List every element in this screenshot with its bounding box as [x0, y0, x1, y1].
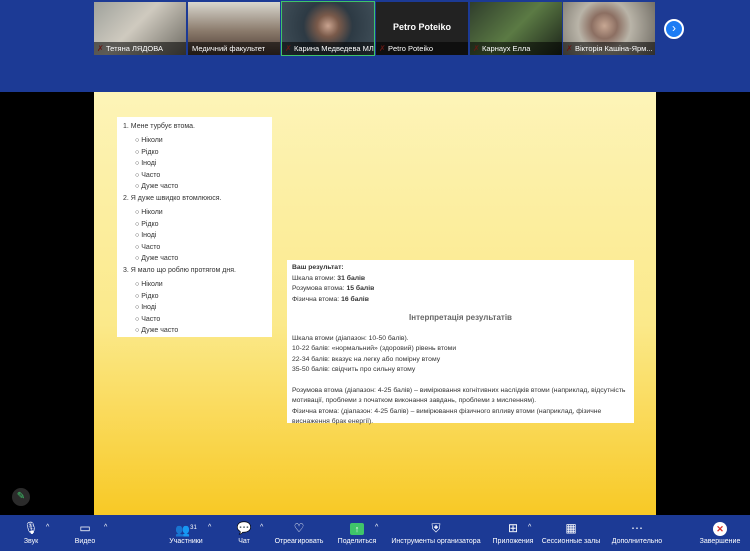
meeting-toolbar: 🎙 Звук ^ ▭ Видео ^ 👥31 Участники ^ 💬 Чат… — [0, 515, 750, 551]
next-participants-button[interactable]: › — [664, 19, 684, 39]
answer-option[interactable]: Часто — [123, 314, 266, 326]
participant-tile[interactable]: Petro Poteiko ✗ Petro Poteiko — [376, 2, 468, 55]
answer-option[interactable]: Часто — [123, 242, 266, 254]
scale-line: 35-50 балів: свідчить про сильну втому — [292, 366, 416, 373]
result-line: Шкала втоми: 31 балів — [292, 274, 366, 282]
participant-tile[interactable]: Медичний факультет — [188, 2, 280, 55]
camera-icon: ▭ — [79, 521, 91, 535]
question-title: 1. Мене турбує втома. — [123, 123, 195, 130]
audio-button[interactable]: 🎙 Звук — [18, 519, 44, 546]
results-heading: Ваш результат: — [292, 264, 344, 271]
interpretation-title: Інтерпретація результатів — [409, 313, 512, 322]
answer-option[interactable]: Часто — [123, 170, 266, 182]
question-title: 3. Я мало що роблю протягом дня. — [123, 266, 236, 274]
chevron-right-icon: › — [672, 21, 676, 35]
video-options-caret[interactable]: ^ — [104, 524, 107, 531]
participant-name: Медичний факультет — [188, 42, 280, 55]
grid-icon: ▦ — [565, 521, 577, 535]
audio-options-caret[interactable]: ^ — [46, 524, 49, 531]
annotate-pencil-button[interactable]: ✎ — [12, 488, 30, 506]
mental-fatigue-note: Розумова втома (діапазон: 4-25 балів) – … — [292, 386, 626, 405]
microphone-icon: 🎙 — [23, 521, 39, 535]
results-panel: Ваш результат: Шкала втоми: 31 балів Роз… — [287, 260, 634, 425]
share-options-caret[interactable]: ^ — [375, 524, 378, 531]
answer-option[interactable]: Дуже часто — [123, 325, 266, 337]
question-title: 2. Я дуже швидко втомлююся. — [123, 194, 222, 202]
answer-option[interactable]: Іноді — [123, 158, 266, 170]
apps-options-caret[interactable]: ^ — [528, 524, 531, 531]
participants-icon: 👥31 — [175, 523, 197, 537]
participant-strip: ✗ Тетяна ЛЯДОВА Медичний факультет ✗ Кар… — [0, 0, 750, 92]
questionnaire-panel: 1. Мене турбує втома. Ніколи Рідко Іноді… — [117, 117, 272, 337]
answer-option[interactable]: Дуже часто — [123, 181, 266, 193]
answer-option[interactable]: Рідко — [123, 291, 266, 303]
share-screen-icon: ↑ — [350, 523, 364, 535]
question-block: 3. Я мало що роблю протягом дня. Ніколи … — [123, 266, 266, 337]
participant-name: Карина Медведева МЛ... — [282, 42, 374, 55]
scale-line: 22-34 балів: вказує на легку або помірну… — [292, 355, 441, 363]
shared-screen: 1. Мене турбує втома. Ніколи Рідко Іноді… — [94, 92, 656, 515]
answer-option[interactable]: Ніколи — [123, 135, 266, 147]
participant-tile[interactable]: ✗ Тетяна ЛЯДОВА — [94, 2, 186, 55]
participants-options-caret[interactable]: ^ — [208, 524, 211, 531]
scale-line: Шкала втоми (діапазон: 10-50 балів). — [292, 334, 409, 342]
question-block: 2. Я дуже швидко втомлююся. Ніколи Рідко… — [123, 194, 266, 265]
shield-icon: ⛨ — [431, 521, 441, 535]
participant-tile[interactable]: ✗ Карнаух Елла — [470, 2, 562, 55]
participants-button[interactable]: 👥31 Участники — [160, 519, 212, 546]
physical-fatigue-note: Фізична втома: (діапазон: 4-25 балів) – … — [292, 407, 602, 426]
chat-options-caret[interactable]: ^ — [260, 524, 263, 531]
participant-tile[interactable]: ✗ Вікторія Кашіна-Ярм... — [563, 2, 655, 55]
answer-option[interactable]: Дуже часто — [123, 253, 266, 265]
answer-option[interactable]: Ніколи — [123, 207, 266, 219]
answer-option[interactable]: Іноді — [123, 302, 266, 314]
end-meeting-button[interactable]: ✕ Завершение — [696, 519, 744, 546]
answer-option[interactable]: Рідко — [123, 147, 266, 159]
participant-name: Тетяна ЛЯДОВА — [94, 42, 186, 55]
react-button[interactable]: ♡ Отреагировать — [272, 519, 326, 546]
chat-icon: 💬 — [236, 521, 252, 535]
heart-icon: ♡ — [293, 521, 305, 535]
participant-avatar-name: Petro Poteiko — [392, 22, 451, 32]
result-line: Розумова втома: 15 балів — [292, 285, 375, 292]
chat-button[interactable]: 💬 Чат — [232, 519, 256, 546]
participant-name: Вікторія Кашіна-Ярм... — [563, 42, 655, 55]
zoom-meeting-window: ✗ Тетяна ЛЯДОВА Медичний факультет ✗ Кар… — [0, 0, 750, 551]
more-icon: ⋯ — [631, 521, 643, 535]
close-icon: ✕ — [713, 522, 727, 536]
answer-option[interactable]: Рідко — [123, 219, 266, 231]
pencil-icon: ✎ — [16, 491, 26, 502]
answer-option[interactable]: Ніколи — [123, 279, 266, 291]
answer-option[interactable]: Іноді — [123, 230, 266, 242]
participant-name: Petro Poteiko — [376, 42, 468, 55]
video-button[interactable]: ▭ Видео — [70, 519, 100, 546]
question-block: 1. Мене турбує втома. Ніколи Рідко Іноді… — [123, 122, 266, 193]
participant-tile-active-speaker[interactable]: ✗ Карина Медведева МЛ... — [281, 1, 375, 56]
scale-line: 10-22 балів: «нормальний» (здоровий) рів… — [292, 345, 457, 352]
result-line: Фізична втома: 16 балів — [292, 295, 369, 303]
host-tools-button[interactable]: ⛨ Инструменты организатора — [388, 519, 484, 546]
share-screen-button[interactable]: ↑ Поделиться — [336, 519, 378, 546]
breakout-rooms-button[interactable]: ▦ Сессионные залы — [540, 519, 602, 546]
more-button[interactable]: ⋯ Дополнительно — [608, 519, 666, 546]
participant-name: Карнаух Елла — [470, 42, 562, 55]
